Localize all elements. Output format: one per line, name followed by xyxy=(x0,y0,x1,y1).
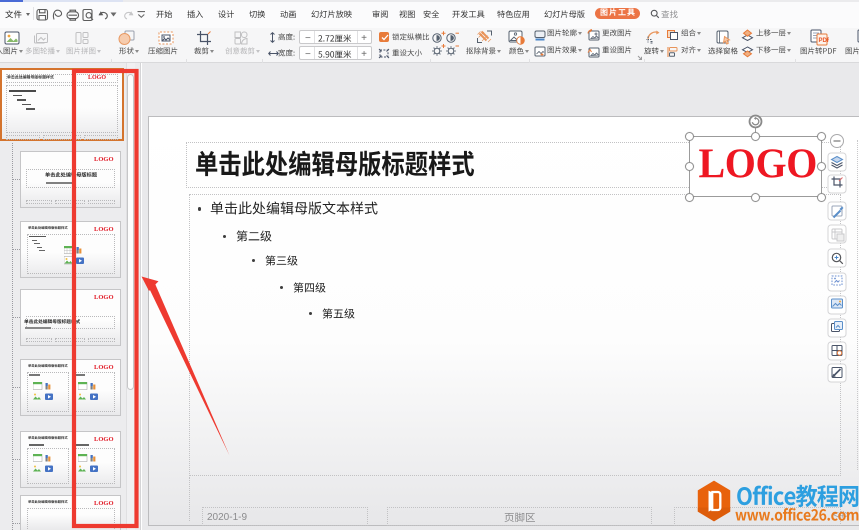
svg-text:PDF: PDF xyxy=(819,38,830,44)
